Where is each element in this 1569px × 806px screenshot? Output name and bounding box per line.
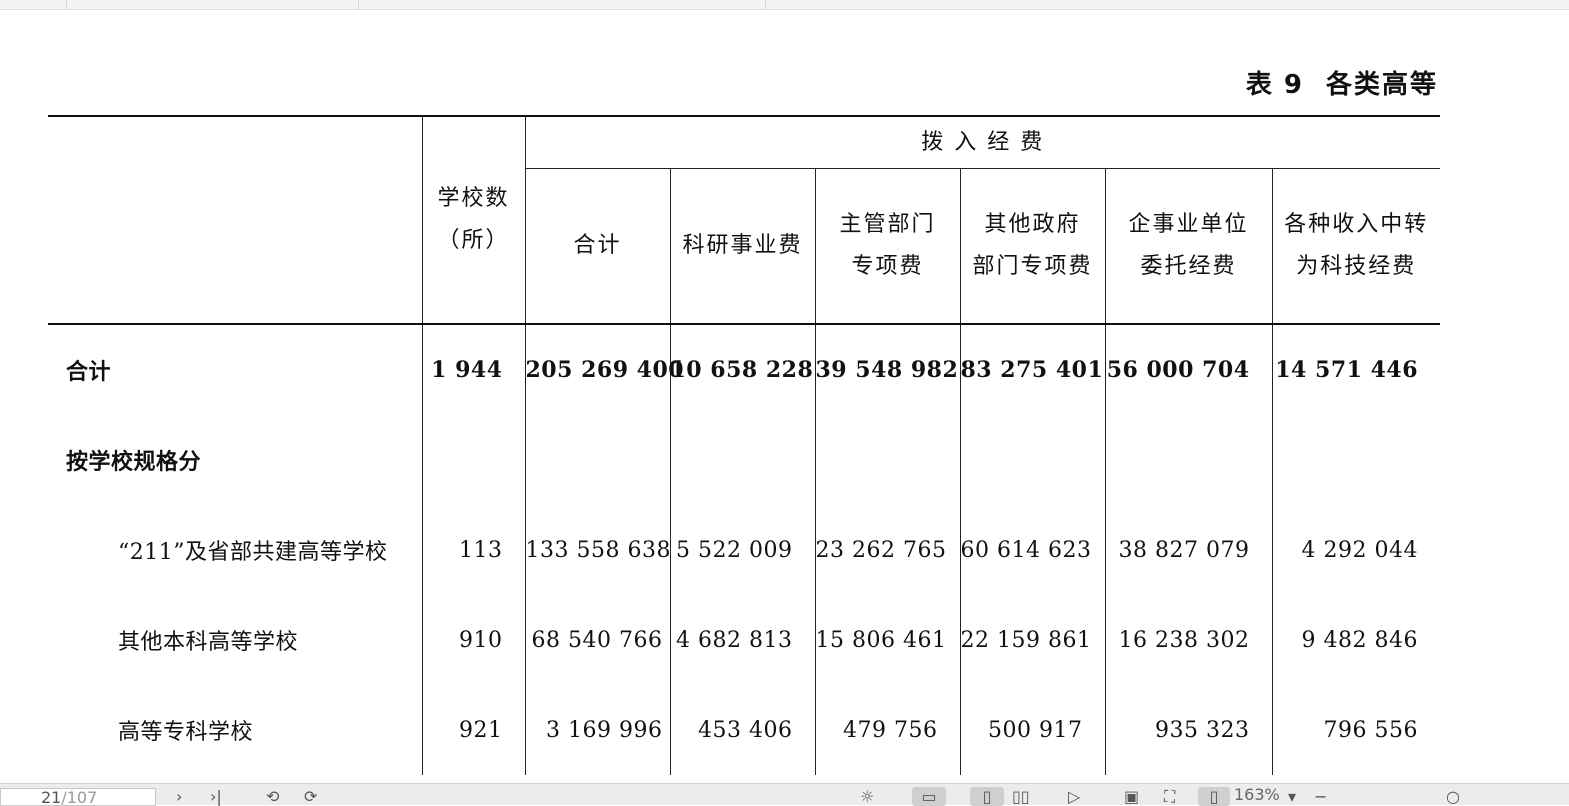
page-number-input[interactable]: 21/107 bbox=[0, 788, 156, 806]
header-col-research: 科研事业费 bbox=[669, 168, 815, 325]
continuous-view-icon[interactable]: ▯ bbox=[970, 787, 1004, 806]
toolbar-divider bbox=[358, 0, 359, 10]
toolbar-divider bbox=[765, 0, 766, 10]
header-col-enterprise-line1: 企事业单位 bbox=[1128, 212, 1249, 237]
table-row: 合计 1 944 205 269 400 10 658 228 39 548 9… bbox=[48, 324, 1440, 415]
cell-other-gov: 500 917 bbox=[959, 685, 1105, 775]
cell-income-transfer bbox=[1271, 415, 1440, 505]
cell-enterprise: 56 000 704 bbox=[1104, 324, 1272, 415]
cell-research: 453 406 bbox=[669, 685, 815, 775]
row-label: “211”及省部共建高等学校 bbox=[118, 540, 388, 565]
dropdown-icon[interactable]: ▾ bbox=[1288, 787, 1296, 806]
cell-total: 3 169 996 bbox=[524, 685, 670, 775]
header-col-dept-special-line2: 专项费 bbox=[851, 254, 924, 279]
header-col-dept-special-line1: 主管部门 bbox=[839, 212, 936, 237]
cell-dept-special: 39 548 982 bbox=[814, 324, 960, 415]
cell-enterprise: 16 238 302 bbox=[1104, 595, 1272, 685]
cell-enterprise: 38 827 079 bbox=[1104, 505, 1272, 595]
cell-income-transfer: 9 482 846 bbox=[1271, 595, 1440, 685]
header-group-funding: 拨 入 经 费 bbox=[524, 115, 1440, 169]
current-page: 21 bbox=[41, 788, 62, 806]
header-col-other-gov: 其他政府 部门专项费 bbox=[959, 168, 1105, 325]
row-label: 合计 bbox=[66, 360, 112, 385]
zoom-level[interactable]: 163% bbox=[1234, 785, 1280, 804]
cell-schools: 113 bbox=[421, 505, 525, 595]
total-pages: /107 bbox=[61, 788, 98, 806]
cell-schools bbox=[421, 415, 525, 505]
table-row: 按学校规格分 bbox=[48, 415, 1440, 505]
cell-schools: 921 bbox=[421, 685, 525, 775]
table-title: 表 9 各类高等 bbox=[1246, 64, 1438, 101]
table-title-text: 各类高等 bbox=[1325, 70, 1438, 100]
toolbar-divider bbox=[66, 0, 67, 10]
header-school-count-line1: 学校数 bbox=[437, 186, 510, 211]
cell-total: 68 540 766 bbox=[524, 595, 670, 685]
row-label: 高等专科学校 bbox=[118, 720, 254, 745]
table-row: 其他本科高等学校 910 68 540 766 4 682 813 15 806… bbox=[48, 595, 1440, 685]
play-icon[interactable]: ▷ bbox=[1068, 787, 1080, 806]
cell-other-gov: 60 614 623 bbox=[959, 505, 1105, 595]
cell-research bbox=[669, 415, 815, 505]
viewer-status-bar: 21/107 › ›| ⟲ ⟳ ☼ ▭ ▯ ▯▯ ▷ ▣ ⛶ ▯ 163% ▾ … bbox=[0, 783, 1569, 806]
fit-page-icon[interactable]: ⛶ bbox=[1164, 787, 1175, 806]
next-page-icon[interactable]: › bbox=[176, 787, 182, 806]
cell-total: 205 269 400 bbox=[524, 324, 684, 415]
cell-income-transfer: 796 556 bbox=[1271, 685, 1440, 775]
cell-schools: 910 bbox=[421, 595, 525, 685]
fit-width-icon[interactable]: ▯ bbox=[1198, 787, 1230, 806]
header-col-enterprise-line2: 委托经费 bbox=[1140, 254, 1237, 279]
cell-enterprise: 935 323 bbox=[1104, 685, 1272, 775]
header-col-income-transfer-line2: 为科技经费 bbox=[1296, 254, 1417, 279]
cell-total: 133 558 638 bbox=[524, 505, 670, 595]
table-row: 高等专科学校 921 3 169 996 453 406 479 756 500… bbox=[48, 685, 1440, 775]
cell-research: 5 522 009 bbox=[669, 505, 815, 595]
header-col-dept-special: 主管部门 专项费 bbox=[814, 168, 960, 325]
table-title-prefix: 表 bbox=[1245, 70, 1274, 100]
header-col-income-transfer: 各种收入中转 为科技经费 bbox=[1271, 168, 1440, 325]
cell-income-transfer: 14 571 446 bbox=[1271, 324, 1440, 415]
cell-enterprise bbox=[1104, 415, 1272, 505]
cell-total bbox=[524, 415, 670, 505]
header-col-enterprise: 企事业单位 委托经费 bbox=[1104, 168, 1272, 325]
last-page-icon[interactable]: ›| bbox=[210, 787, 222, 806]
table-title-number: 9 bbox=[1283, 70, 1304, 100]
table-row: “211”及省部共建高等学校 113 133 558 638 5 522 009… bbox=[48, 505, 1440, 595]
brightness-icon[interactable]: ☼ bbox=[860, 787, 874, 806]
header-col-research-label: 科研事业费 bbox=[682, 233, 803, 258]
row-group-label: 按学校规格分 bbox=[66, 450, 202, 475]
cell-income-transfer: 4 292 044 bbox=[1271, 505, 1440, 595]
header-school-count: 学校数 （所） bbox=[421, 115, 525, 325]
header-col-other-gov-line1: 其他政府 bbox=[984, 212, 1081, 237]
cell-research: 10 658 228 bbox=[669, 324, 815, 415]
cell-dept-special: 15 806 461 bbox=[814, 595, 960, 685]
cell-schools: 1 944 bbox=[421, 324, 525, 415]
cell-other-gov bbox=[959, 415, 1105, 505]
cell-other-gov: 22 159 861 bbox=[959, 595, 1105, 685]
table-container: 学校数 （所） 拨 入 经 费 合计 科研事业费 主管部门 专项费 其他政府 部… bbox=[48, 115, 1440, 783]
header-row-label-cell bbox=[48, 115, 422, 325]
header-col-other-gov-line2: 部门专项费 bbox=[972, 254, 1093, 279]
header-col-total-label: 合计 bbox=[573, 233, 622, 258]
cell-research: 4 682 813 bbox=[669, 595, 815, 685]
cell-dept-special: 479 756 bbox=[814, 685, 960, 775]
single-page-view-icon[interactable]: ▭ bbox=[912, 787, 946, 806]
cell-dept-special bbox=[814, 415, 960, 505]
zoom-slider-handle-icon[interactable]: ○ bbox=[1446, 787, 1460, 806]
rotate-right-icon[interactable]: ⟳ bbox=[304, 787, 317, 806]
header-col-income-transfer-line1: 各种收入中转 bbox=[1284, 212, 1429, 237]
cell-other-gov: 83 275 401 bbox=[959, 324, 1105, 415]
header-col-total: 合计 bbox=[524, 168, 670, 325]
cell-dept-special: 23 262 765 bbox=[814, 505, 960, 595]
zoom-out-icon[interactable]: − bbox=[1314, 787, 1327, 806]
row-label: 其他本科高等学校 bbox=[118, 630, 299, 655]
funding-table: 学校数 （所） 拨 入 经 费 合计 科研事业费 主管部门 专项费 其他政府 部… bbox=[48, 115, 1440, 775]
viewer-top-bar bbox=[0, 0, 1569, 10]
header-school-count-line2: （所） bbox=[437, 228, 510, 253]
image-icon[interactable]: ▣ bbox=[1124, 787, 1139, 806]
rotate-left-icon[interactable]: ⟲ bbox=[266, 787, 279, 806]
two-page-view-icon[interactable]: ▯▯ bbox=[1012, 787, 1030, 806]
